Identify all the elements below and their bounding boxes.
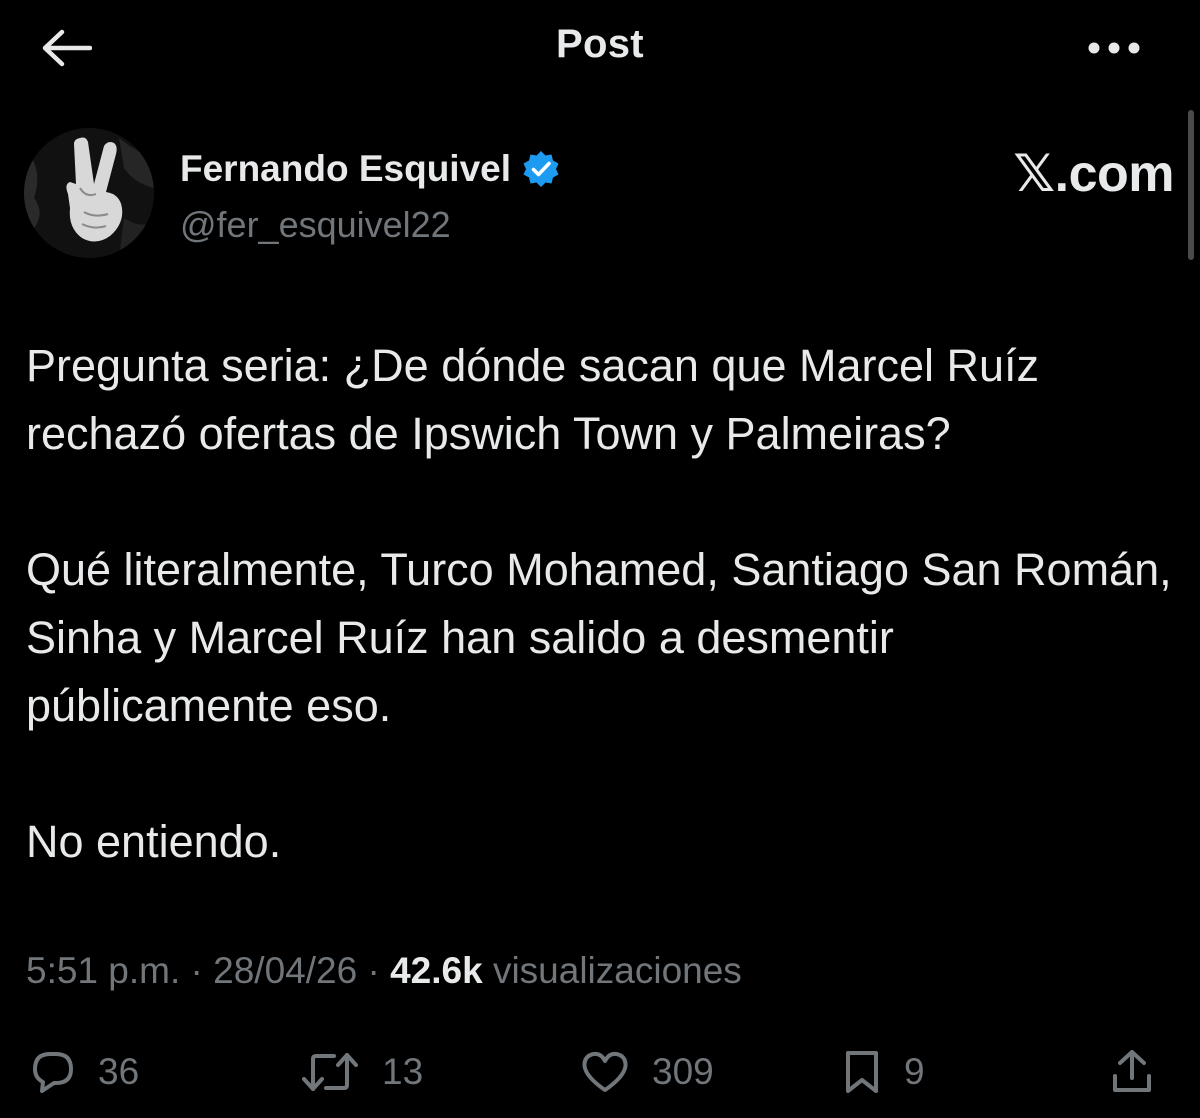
views-label: visualizaciones	[492, 950, 742, 991]
avatar[interactable]	[24, 128, 154, 258]
heart-icon	[582, 1051, 628, 1092]
share-upload-icon	[1113, 1050, 1151, 1092]
post-text: Pregunta seria: ¿De dónde sacan que Marc…	[26, 332, 1174, 876]
bookmark-button[interactable]: 9	[842, 1040, 925, 1104]
avatar-image	[24, 128, 154, 258]
meta-separator: ·	[367, 950, 380, 991]
post-date[interactable]: 28/04/26	[213, 950, 357, 991]
comment-bubble-icon	[33, 1052, 73, 1093]
action-bar: 36 13 309 9	[22, 1040, 1172, 1104]
post-meta: 5:51 p.m. · 28/04/26 · 42.6k visualizaci…	[26, 950, 742, 992]
post-author: Fernando Esquivel @fer_esquivel22 𝕏.com	[24, 128, 1174, 260]
post-paragraph: Pregunta seria: ¿De dónde sacan que Marc…	[26, 340, 1040, 459]
repost-count: 13	[382, 1051, 424, 1092]
display-name-row: Fernando Esquivel	[180, 148, 561, 190]
x-com-watermark: 𝕏.com	[1013, 145, 1174, 203]
like-button[interactable]: 309	[580, 1040, 714, 1104]
repost-button[interactable]: 13	[300, 1040, 423, 1104]
reply-button[interactable]: 36	[30, 1040, 139, 1104]
bookmark-count: 9	[904, 1051, 925, 1092]
views-count: 42.6k	[390, 950, 483, 991]
top-bar: Post	[0, 0, 1200, 96]
like-count: 309	[652, 1051, 714, 1092]
share-button[interactable]	[1110, 1040, 1154, 1104]
post-time[interactable]: 5:51 p.m.	[26, 950, 180, 991]
more-options-button[interactable]	[1084, 28, 1144, 68]
ellipsis-icon	[1088, 42, 1140, 54]
scrollbar-thumb[interactable]	[1188, 110, 1194, 260]
repost-arrows-icon	[302, 1053, 358, 1091]
post-paragraph: No entiendo.	[26, 816, 282, 867]
post-paragraph: Qué literalmente, Turco Mohamed, Santiag…	[26, 544, 1172, 731]
reply-count: 36	[98, 1051, 140, 1092]
meta-separator: ·	[190, 950, 203, 991]
bookmark-icon	[846, 1051, 878, 1093]
page-title: Post	[556, 22, 644, 66]
author-handle[interactable]: @fer_esquivel22	[180, 204, 451, 246]
verified-badge-icon	[523, 151, 559, 187]
display-name[interactable]: Fernando Esquivel	[180, 148, 511, 190]
